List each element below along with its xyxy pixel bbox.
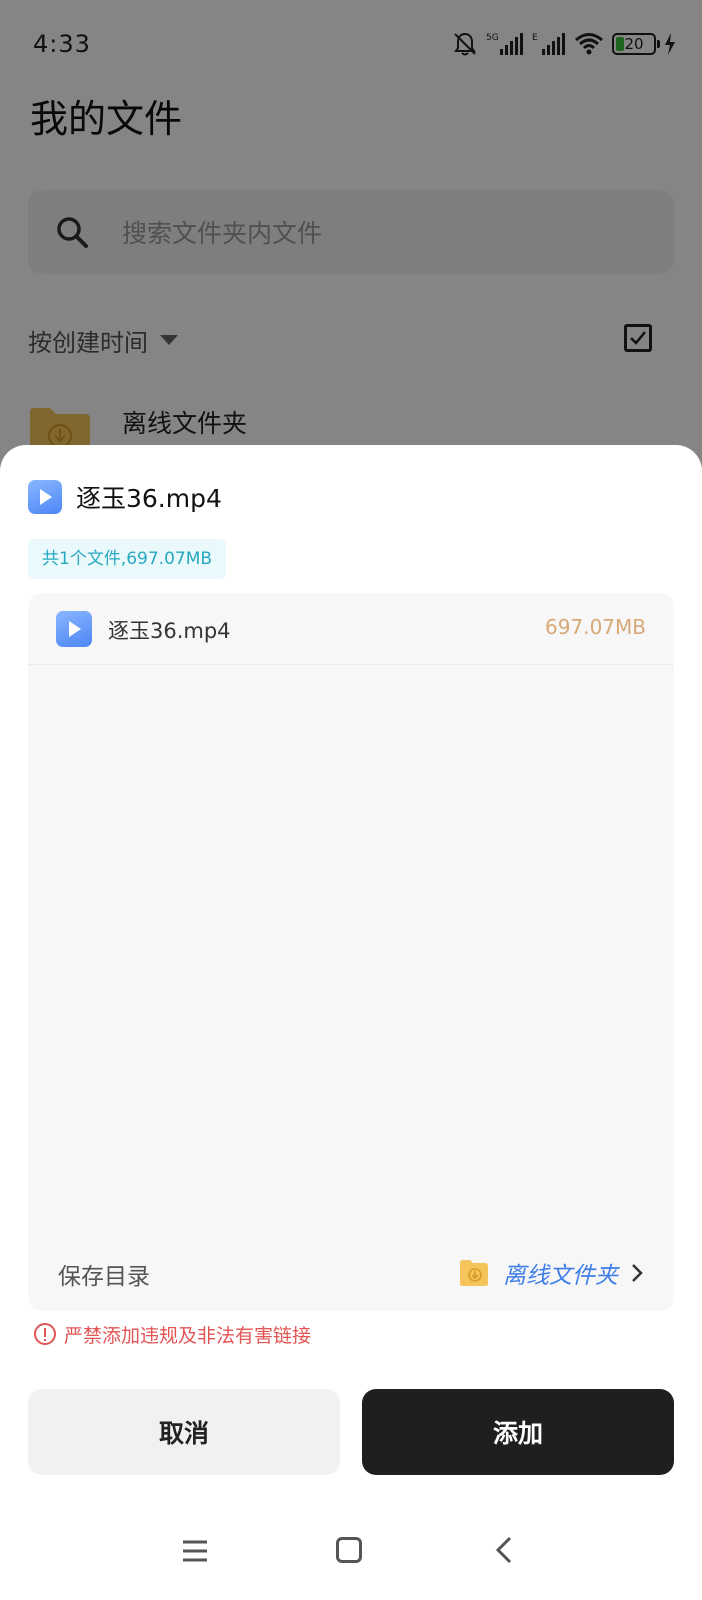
file-size: 697.07MB bbox=[545, 615, 646, 639]
video-file-icon bbox=[56, 611, 92, 647]
file-list-panel: 逐玉36.mp4 697.07MB bbox=[28, 593, 674, 1311]
warning-text: 严禁添加违规及非法有害链接 bbox=[64, 1324, 312, 1347]
home-icon[interactable] bbox=[336, 1537, 362, 1563]
navigation-bar bbox=[0, 1505, 702, 1600]
sheet-header: 逐玉36.mp4 bbox=[28, 477, 222, 517]
save-directory-label: 保存目录 bbox=[58, 1264, 150, 1290]
save-folder-name: 离线文件夹 bbox=[503, 1263, 618, 1289]
warning-icon bbox=[34, 1323, 56, 1345]
cancel-button[interactable]: 取消 bbox=[28, 1389, 340, 1475]
save-directory-row[interactable]: 保存目录 离线文件夹 bbox=[28, 1235, 674, 1311]
save-directory-picker[interactable]: 离线文件夹 bbox=[459, 1253, 644, 1293]
download-folder-icon bbox=[460, 1260, 488, 1286]
add-button[interactable]: 添加 bbox=[362, 1389, 674, 1475]
warning-notice: 严禁添加违规及非法有害链接 bbox=[34, 1317, 311, 1351]
add-file-sheet: 逐玉36.mp4 共1个文件,697.07MB 逐玉36.mp4 697.07M… bbox=[0, 445, 702, 1600]
file-summary-badge: 共1个文件,697.07MB bbox=[28, 539, 227, 579]
menu-icon[interactable] bbox=[181, 1539, 209, 1563]
sheet-title: 逐玉36.mp4 bbox=[76, 484, 222, 513]
file-name: 逐玉36.mp4 bbox=[108, 619, 231, 643]
video-file-icon bbox=[28, 480, 62, 514]
back-icon[interactable] bbox=[494, 1535, 514, 1565]
file-row: 逐玉36.mp4 697.07MB bbox=[28, 593, 674, 665]
chevron-right-icon bbox=[632, 1264, 643, 1282]
